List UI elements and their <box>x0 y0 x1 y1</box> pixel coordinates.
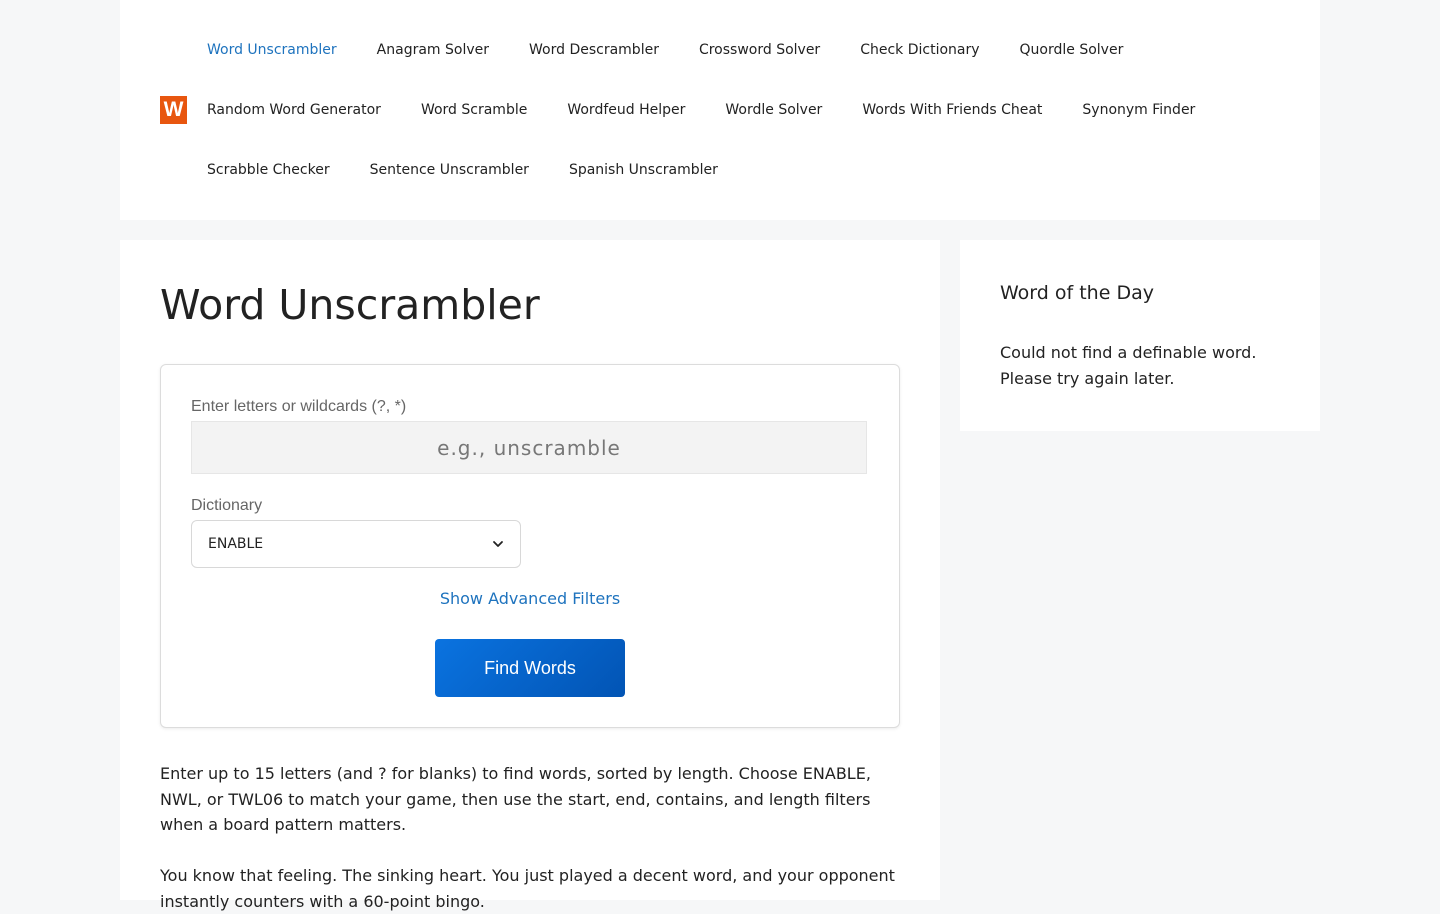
unscrambler-form: Enter letters or wildcards (?, *) Dictio… <box>160 364 900 728</box>
nav-item-sentence-unscrambler[interactable]: Sentence Unscrambler <box>350 162 549 178</box>
dictionary-select[interactable]: ENABLE <box>191 520 521 568</box>
show-advanced-filters-link[interactable]: Show Advanced Filters <box>161 589 899 608</box>
main-navigation: Word Unscrambler Anagram Solver Word Des… <box>187 20 1287 200</box>
dictionary-label: Dictionary <box>191 497 263 514</box>
find-words-button[interactable]: Find Words <box>435 639 625 697</box>
intro-paragraph: Enter up to 15 letters (and ? for blanks… <box>160 764 871 834</box>
nav-item-crossword-solver[interactable]: Crossword Solver <box>679 42 840 58</box>
nav-row-2: Random Word Generator Word Scramble Word… <box>187 80 1287 140</box>
nav-item-scrabble-checker[interactable]: Scrabble Checker <box>187 162 350 178</box>
word-of-the-day-widget: Word of the Day Could not find a definab… <box>960 240 1320 431</box>
nav-item-anagram-solver[interactable]: Anagram Solver <box>357 42 509 58</box>
nav-item-word-unscrambler[interactable]: Word Unscrambler <box>187 42 357 58</box>
widget-message: Could not find a definable word. Please … <box>1000 343 1257 388</box>
nav-row-1: Word Unscrambler Anagram Solver Word Des… <box>187 20 1287 80</box>
letters-label: Enter letters or wildcards (?, *) <box>191 398 407 415</box>
letters-input[interactable] <box>191 421 867 474</box>
nav-item-wordfeud-helper[interactable]: Wordfeud Helper <box>547 102 705 118</box>
site-logo[interactable]: W <box>160 96 187 124</box>
chevron-down-icon <box>493 541 503 547</box>
nav-row-3: Scrabble Checker Sentence Unscrambler Sp… <box>187 140 1287 200</box>
dictionary-selected-value: ENABLE <box>208 536 264 552</box>
nav-item-wordle-solver[interactable]: Wordle Solver <box>705 102 842 118</box>
nav-item-word-scramble[interactable]: Word Scramble <box>401 102 547 118</box>
nav-item-quordle-solver[interactable]: Quordle Solver <box>1000 42 1144 58</box>
nav-item-words-with-friends-cheat[interactable]: Words With Friends Cheat <box>842 102 1062 118</box>
nav-item-spanish-unscrambler[interactable]: Spanish Unscrambler <box>549 162 738 178</box>
body-paragraph: You know that feeling. The sinking heart… <box>160 866 895 911</box>
main-content: Word Unscrambler Enter letters or wildca… <box>120 240 940 911</box>
widget-title: Word of the Day <box>1000 282 1154 304</box>
page-title: Word Unscrambler <box>160 281 540 329</box>
nav-item-check-dictionary[interactable]: Check Dictionary <box>840 42 999 58</box>
nav-item-random-word-generator[interactable]: Random Word Generator <box>187 102 401 118</box>
site-header: W Word Unscrambler Anagram Solver Word D… <box>120 0 1320 220</box>
nav-item-synonym-finder[interactable]: Synonym Finder <box>1062 102 1215 118</box>
nav-item-word-descrambler[interactable]: Word Descrambler <box>509 42 679 58</box>
